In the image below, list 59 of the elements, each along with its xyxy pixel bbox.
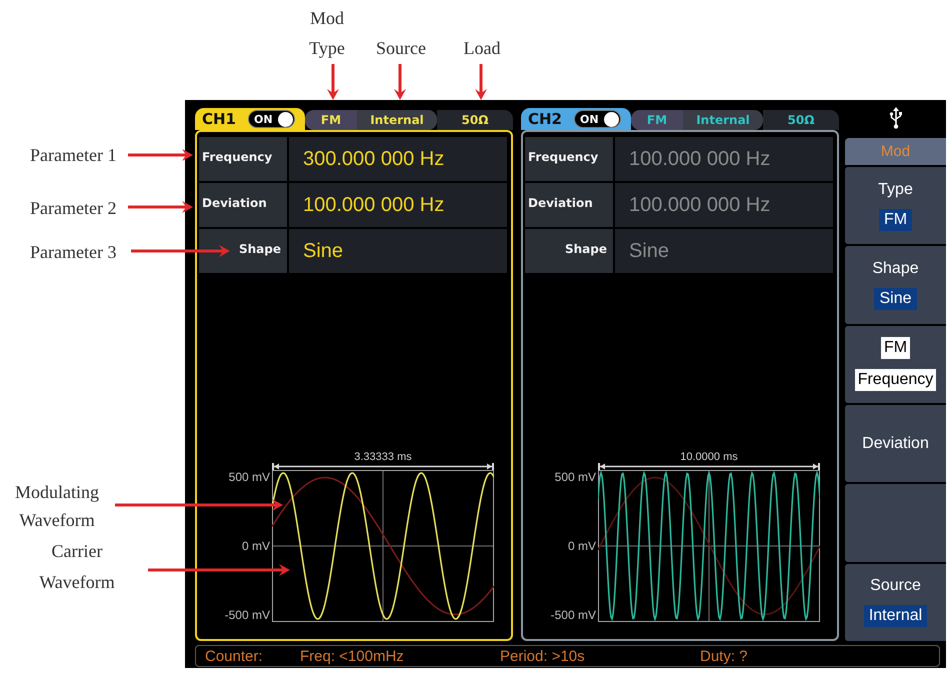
axis-label: 0 mV — [568, 539, 596, 553]
callout-label: Parameter 1 — [30, 144, 116, 167]
softkey-value: Internal — [864, 605, 928, 628]
time-span-label: 10.0000 ms — [680, 451, 738, 463]
callout-arrow — [475, 64, 487, 100]
callout-label: Source — [375, 37, 427, 60]
channel-tab[interactable]: CH1 ON — [195, 108, 305, 130]
callout-label: Carrier Waveform — [38, 540, 116, 594]
menu-softkey[interactable]: Source Internal — [845, 564, 946, 641]
callout-label: Parameter 3 — [30, 241, 116, 264]
source-tag: Internal — [683, 110, 763, 130]
parameter-value: 100.000 000 Hz — [289, 183, 507, 227]
menu-softkey[interactable]: Type FM — [845, 167, 946, 244]
time-span-label: 3.33333 ms — [354, 451, 412, 463]
counter-label: Counter: — [205, 648, 264, 664]
parameter-label: Frequency — [525, 137, 613, 181]
counter-reading: Period: >10s — [500, 648, 586, 664]
menu-softkey[interactable]: Deviation — [845, 404, 946, 482]
channel-tab[interactable]: CH2 ON — [521, 108, 631, 130]
load-tag: 50Ω — [437, 110, 513, 130]
callout-label: Modulating Waveform — [14, 481, 100, 532]
callout-arrow — [128, 149, 193, 161]
output-toggle[interactable]: ON — [574, 110, 621, 128]
parameter-value: Sine — [289, 229, 507, 273]
menu-softkey[interactable]: Shape Sine — [845, 246, 946, 324]
axis-label: -500 mV — [224, 608, 270, 622]
parameter-label: Deviation — [199, 183, 287, 227]
callout-label: Parameter 2 — [30, 197, 116, 220]
parameter-value: 100.000 000 Hz — [615, 137, 833, 181]
callout-arrow — [327, 64, 339, 100]
blank-softkey[interactable] — [845, 484, 946, 562]
parameter-value: 300.000 000 Hz — [289, 137, 507, 181]
callout-label: Mod Type — [308, 7, 346, 60]
load-tag: 50Ω — [763, 110, 839, 130]
output-toggle[interactable]: ON — [248, 110, 295, 128]
parameter-value: 100.000 000 Hz — [615, 183, 833, 227]
mod-type-tag: FM — [631, 110, 683, 130]
counter-reading: Duty: ? — [700, 648, 749, 664]
softkey-value: FM — [878, 208, 912, 231]
parameter-value: Sine — [615, 229, 833, 273]
menu-softkey[interactable]: FM Frequency — [845, 326, 946, 403]
parameter-label: Frequency — [199, 137, 287, 181]
axis-label: 0 mV — [242, 539, 270, 553]
parameter-label: Shape — [199, 229, 287, 273]
callout-arrow — [394, 64, 406, 100]
source-tag: Internal — [357, 110, 437, 130]
axis-label: 500 mV — [554, 470, 596, 484]
counter-reading: Freq: <100mHz — [300, 648, 405, 664]
parameter-label: Shape — [525, 229, 613, 273]
axis-label: -500 mV — [550, 608, 596, 622]
callout-label: Load — [462, 37, 502, 60]
parameter-label: Deviation — [525, 183, 613, 227]
menu-title: Mod — [845, 138, 946, 165]
axis-label: 500 mV — [228, 470, 270, 484]
softkey-value: Sine — [874, 288, 917, 310]
mod-type-tag: FM — [305, 110, 357, 130]
softkey-value: Frequency — [854, 369, 936, 392]
callout-arrow — [128, 201, 193, 213]
usb-icon — [888, 107, 902, 129]
